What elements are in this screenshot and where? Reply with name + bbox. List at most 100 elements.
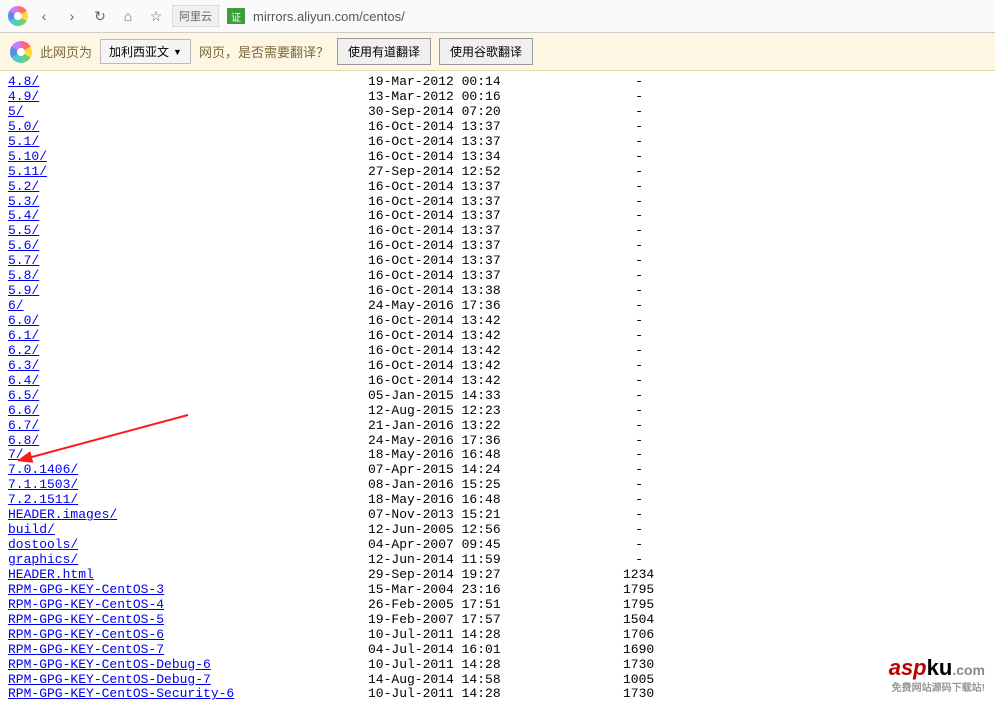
directory-link[interactable]: 6.1/	[8, 328, 39, 343]
list-item-size: 1730	[623, 658, 643, 673]
list-item: RPM-GPG-KEY-CentOS-Security-6 10-Jul-2011…	[8, 687, 987, 702]
list-item-date: 15-Mar-2004 23:16	[368, 583, 623, 598]
directory-link[interactable]: 5.9/	[8, 283, 39, 298]
directory-link[interactable]: 5.2/	[8, 179, 39, 194]
directory-link[interactable]: 6.5/	[8, 388, 39, 403]
list-item-date: 16-Oct-2014 13:38	[368, 284, 623, 299]
list-item: 5.8/16-Oct-2014 13:37-	[8, 269, 987, 284]
list-item-date: 18-May-2016 16:48	[368, 493, 623, 508]
directory-link[interactable]: 7.0.1406/	[8, 462, 78, 477]
list-item-size: -	[623, 553, 643, 568]
list-item: 6.2/16-Oct-2014 13:42-	[8, 344, 987, 359]
list-item-size: 1795	[623, 598, 643, 613]
list-item-date: 04-Apr-2007 09:45	[368, 538, 623, 553]
forward-button[interactable]: ›	[60, 4, 84, 28]
directory-link[interactable]: graphics/	[8, 552, 78, 567]
directory-link[interactable]: RPM-GPG-KEY-CentOS-Security-6	[8, 686, 234, 701]
directory-link[interactable]: 7.1.1503/	[8, 477, 78, 492]
directory-link[interactable]: 5.10/	[8, 149, 47, 164]
list-item: 6.0/16-Oct-2014 13:42-	[8, 314, 987, 329]
browser-logo-icon	[8, 6, 28, 26]
directory-link[interactable]: 5.1/	[8, 134, 39, 149]
list-item-date: 10-Jul-2011 14:28	[368, 658, 623, 673]
list-item-date: 16-Oct-2014 13:42	[368, 314, 623, 329]
list-item: 6.1/16-Oct-2014 13:42-	[8, 329, 987, 344]
translate-youdao-button[interactable]: 使用有道翻译	[337, 38, 431, 65]
list-item-date: 16-Oct-2014 13:37	[368, 180, 623, 195]
back-button[interactable]: ‹	[32, 4, 56, 28]
list-item-size: -	[623, 120, 643, 135]
list-item: 5.5/16-Oct-2014 13:37-	[8, 224, 987, 239]
list-item-date: 19-Mar-2012 00:14	[368, 75, 623, 90]
list-item-size: -	[623, 419, 643, 434]
directory-link[interactable]: 6.7/	[8, 418, 39, 433]
list-item-date: 21-Jan-2016 13:22	[368, 419, 623, 434]
list-item-date: 07-Nov-2013 15:21	[368, 508, 623, 523]
browser-toolbar: ‹ › ↻ ⌂ ☆ 阿里云 证 mirrors.aliyun.com/cento…	[0, 0, 995, 33]
directory-link[interactable]: 5.4/	[8, 208, 39, 223]
list-item-date: 24-May-2016 17:36	[368, 434, 623, 449]
directory-link[interactable]: 5.3/	[8, 194, 39, 209]
list-item-date: 12-Jun-2005 12:56	[368, 523, 623, 538]
directory-link[interactable]: 6.8/	[8, 433, 39, 448]
list-item-date: 16-Oct-2014 13:34	[368, 150, 623, 165]
list-item-size: -	[623, 165, 643, 180]
directory-link[interactable]: 6.2/	[8, 343, 39, 358]
watermark-brand-b: ku	[927, 655, 953, 680]
directory-link[interactable]: 5/	[8, 104, 24, 119]
directory-link[interactable]: HEADER.html	[8, 567, 94, 582]
list-item: 5.9/16-Oct-2014 13:38-	[8, 284, 987, 299]
translate-logo-icon	[10, 41, 32, 63]
directory-link[interactable]: build/	[8, 522, 55, 537]
list-item-size: -	[623, 538, 643, 553]
list-item-date: 16-Oct-2014 13:42	[368, 344, 623, 359]
reload-button[interactable]: ↻	[88, 4, 112, 28]
list-item: RPM-GPG-KEY-CentOS-704-Jul-2014 16:01169…	[8, 643, 987, 658]
translate-prefix: 此网页为	[40, 42, 92, 61]
list-item-size: -	[623, 344, 643, 359]
star-button[interactable]: ☆	[144, 4, 168, 28]
home-button[interactable]: ⌂	[116, 4, 140, 28]
list-item-date: 26-Feb-2005 17:51	[368, 598, 623, 613]
directory-link[interactable]: 5.0/	[8, 119, 39, 134]
directory-link[interactable]: 5.7/	[8, 253, 39, 268]
directory-link[interactable]: 5.8/	[8, 268, 39, 283]
directory-link[interactable]: 6.6/	[8, 403, 39, 418]
directory-link[interactable]: 5.5/	[8, 223, 39, 238]
directory-link[interactable]: 6.0/	[8, 313, 39, 328]
list-item-date: 10-Jul-2011 14:28	[368, 687, 623, 702]
directory-link[interactable]: RPM-GPG-KEY-CentOS-5	[8, 612, 164, 627]
translate-google-button[interactable]: 使用谷歌翻译	[439, 38, 533, 65]
directory-link[interactable]: RPM-GPG-KEY-CentOS-6	[8, 627, 164, 642]
list-item-date: 27-Sep-2014 12:52	[368, 165, 623, 180]
list-item-date: 05-Jan-2015 14:33	[368, 389, 623, 404]
directory-link[interactable]: 5.11/	[8, 164, 47, 179]
directory-link[interactable]: RPM-GPG-KEY-CentOS-7	[8, 642, 164, 657]
directory-link[interactable]: dostools/	[8, 537, 78, 552]
directory-link[interactable]: 7/	[8, 447, 24, 462]
cert-badge-icon: 证	[227, 8, 245, 24]
language-select[interactable]: 加利西亚文 ▼	[100, 39, 191, 64]
directory-link[interactable]: 4.9/	[8, 89, 39, 104]
list-item-date: 30-Sep-2014 07:20	[368, 105, 623, 120]
directory-link[interactable]: 6/	[8, 298, 24, 313]
list-item-date: 12-Aug-2015 12:23	[368, 404, 623, 419]
directory-link[interactable]: RPM-GPG-KEY-CentOS-4	[8, 597, 164, 612]
list-item: RPM-GPG-KEY-CentOS-4 26-Feb-2005 17:51179…	[8, 598, 987, 613]
directory-link[interactable]: 7.2.1511/	[8, 492, 78, 507]
directory-link[interactable]: 4.8/	[8, 74, 39, 89]
directory-link[interactable]: RPM-GPG-KEY-CentOS-Debug-7	[8, 672, 211, 687]
address-url[interactable]: mirrors.aliyun.com/centos/	[253, 9, 405, 24]
directory-link[interactable]: 6.3/	[8, 358, 39, 373]
directory-link[interactable]: 6.4/	[8, 373, 39, 388]
list-item-size: 1795	[623, 583, 643, 598]
list-item-size: -	[623, 404, 643, 419]
list-item: build/12-Jun-2005 12:56-	[8, 523, 987, 538]
directory-link[interactable]: RPM-GPG-KEY-CentOS-3	[8, 582, 164, 597]
list-item-date: 18-May-2016 16:48	[368, 448, 623, 463]
directory-link[interactable]: 5.6/	[8, 238, 39, 253]
directory-link[interactable]: RPM-GPG-KEY-CentOS-Debug-6	[8, 657, 211, 672]
list-item-size: -	[623, 463, 643, 478]
directory-link[interactable]: HEADER.images/	[8, 507, 117, 522]
list-item-size: -	[623, 224, 643, 239]
